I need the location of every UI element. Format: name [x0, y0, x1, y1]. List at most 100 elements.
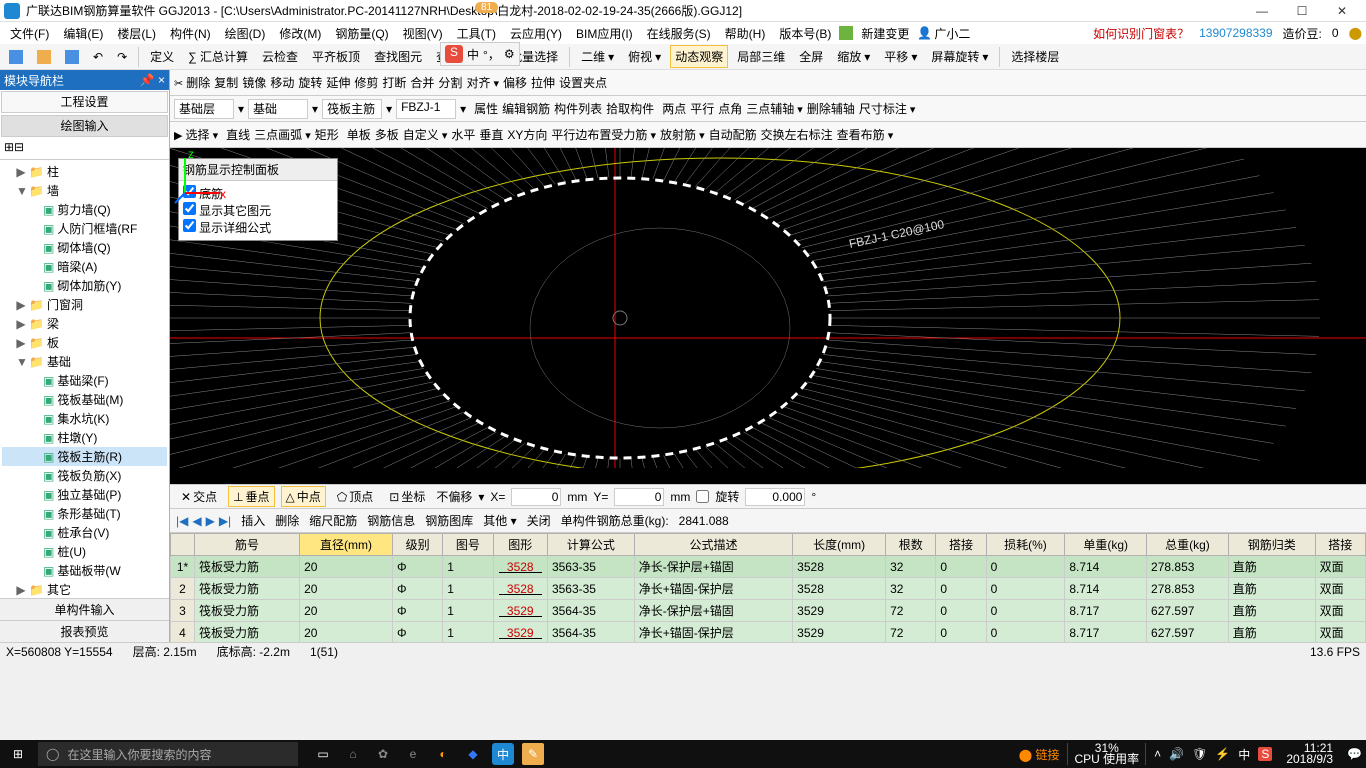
ime-zh[interactable]: 中: [467, 46, 479, 63]
tree-node[interactable]: ▣筏板主筋(R): [2, 447, 167, 466]
menu-floor[interactable]: 楼层(L): [111, 23, 162, 44]
tree-node[interactable]: ▣暗梁(A): [2, 257, 167, 276]
menu-modify[interactable]: 修改(M): [273, 23, 327, 44]
parallel-rebar-button[interactable]: 平行边布置受力筋 ▾: [551, 126, 656, 143]
menu-component[interactable]: 构件(N): [164, 23, 217, 44]
offset-combo[interactable]: 不偏移: [436, 488, 472, 505]
two-point-button[interactable]: 两点: [662, 100, 686, 117]
next-record-button[interactable]: ▶: [206, 514, 215, 528]
align-top-button[interactable]: 平齐板顶: [307, 45, 365, 68]
category-combo[interactable]: 基础: [248, 99, 308, 119]
rotate-check[interactable]: [696, 490, 709, 503]
component-type-combo[interactable]: 筏板主筋: [322, 99, 382, 119]
3d-viewport[interactable]: FBZJ-1 C20@100 // draw radial lines (fun…: [170, 148, 1366, 484]
layer-combo[interactable]: 基础层: [174, 99, 234, 119]
point-angle-button[interactable]: 点角: [718, 100, 742, 117]
taskbar-edge-icon[interactable]: e: [402, 743, 424, 765]
menu-help[interactable]: 帮助(H): [719, 23, 772, 44]
align-button[interactable]: 对齐 ▾: [466, 74, 499, 91]
rotate-button[interactable]: 旋转: [298, 74, 322, 91]
credit-icon[interactable]: ⬤: [1349, 26, 1362, 40]
start-button[interactable]: ⊞: [4, 740, 32, 768]
view-rebar-layout-button[interactable]: 查看布筋 ▾: [837, 126, 894, 143]
2d-button[interactable]: 二维 ▾: [576, 45, 619, 68]
trim-button[interactable]: 修剪: [354, 74, 378, 91]
snap-perpendicular[interactable]: ⊥ 垂点: [228, 486, 274, 507]
taskbar-app-2[interactable]: ✿: [372, 743, 394, 765]
tray-clock[interactable]: 11:21 2018/9/3: [1280, 743, 1339, 765]
prev-record-button[interactable]: ◀: [192, 514, 201, 528]
tree-node[interactable]: ▣剪力墙(Q): [2, 200, 167, 219]
copy-button[interactable]: 复制: [214, 74, 238, 91]
close-rebar-button[interactable]: 关闭: [527, 512, 551, 529]
last-record-button[interactable]: ▶|: [219, 514, 231, 528]
extend-button[interactable]: 延伸: [326, 74, 350, 91]
snap-midpoint[interactable]: △ 中点: [281, 486, 326, 507]
menu-tool[interactable]: 工具(T): [451, 23, 502, 44]
draw-input-button[interactable]: 绘图输入: [1, 115, 168, 137]
screen-rotate-button[interactable]: 屏幕旋转 ▾: [926, 45, 993, 68]
menu-bim[interactable]: BIM应用(I): [570, 23, 639, 44]
redo-button[interactable]: ↷: [112, 47, 132, 67]
pan-button[interactable]: 平移 ▾: [879, 45, 922, 68]
custom-button[interactable]: 自定义 ▾: [403, 126, 448, 143]
rebar-grid[interactable]: 筋号直径(mm)级别图号图形计算公式公式描述长度(mm)根数搭接损耗(%)单重(…: [170, 532, 1366, 642]
offset-button[interactable]: 偏移: [503, 74, 527, 91]
topview-button[interactable]: 俯视 ▾: [623, 45, 666, 68]
single-component-input-button[interactable]: 单构件输入: [0, 598, 169, 620]
menu-file[interactable]: 文件(F): [4, 23, 55, 44]
define-button[interactable]: 定义: [145, 45, 179, 68]
fullscreen-button[interactable]: 全屏: [794, 45, 828, 68]
other-button[interactable]: 其他 ▾: [483, 512, 516, 529]
component-tree[interactable]: ▶📁柱▼📁墙▣剪力墙(Q)▣人防门框墙(RF▣砌体墙(Q)▣暗梁(A)▣砌体加筋…: [0, 160, 169, 598]
maximize-button[interactable]: ☐: [1282, 0, 1322, 22]
scale-rebar-button[interactable]: 缩尺配筋: [309, 512, 357, 529]
insert-row-button[interactable]: 插入: [241, 512, 265, 529]
account-number[interactable]: 13907298339: [1199, 26, 1272, 40]
component-list-button[interactable]: 构件列表: [554, 100, 602, 117]
ime-s-icon[interactable]: S: [445, 45, 463, 63]
menu-view[interactable]: 视图(V): [397, 23, 449, 44]
tree-node[interactable]: ▣人防门框墙(RF: [2, 219, 167, 238]
vertical-button[interactable]: 垂直: [479, 126, 503, 143]
line-button[interactable]: 直线: [226, 126, 250, 143]
rebar-info-button[interactable]: 钢筋信息: [367, 512, 415, 529]
grip-button[interactable]: 设置夹点: [559, 74, 607, 91]
tree-node[interactable]: ▣桩(U): [2, 542, 167, 561]
tree-node[interactable]: ▣筏板负筋(X): [2, 466, 167, 485]
task-view-icon[interactable]: ▭: [312, 743, 334, 765]
minimize-button[interactable]: —: [1242, 0, 1282, 22]
taskbar-app-4[interactable]: ◆: [462, 743, 484, 765]
report-preview-button[interactable]: 报表预览: [0, 620, 169, 642]
tray-icon-2[interactable]: 🛡: [1192, 747, 1207, 761]
save-button[interactable]: [60, 47, 84, 67]
menu-online[interactable]: 在线服务(S): [641, 23, 717, 44]
rebar-library-button[interactable]: 钢筋图库: [425, 512, 473, 529]
snap-coord[interactable]: ⊡ 坐标: [384, 486, 430, 507]
property-button[interactable]: 属性: [474, 100, 498, 117]
swap-annotation-button[interactable]: 交换左右标注: [761, 126, 833, 143]
radial-rebar-button[interactable]: 放射筋 ▾: [660, 126, 705, 143]
find-button[interactable]: 查找图元: [369, 45, 427, 68]
menu-draw[interactable]: 绘图(D): [219, 23, 272, 44]
merge-button[interactable]: 合并: [410, 74, 434, 91]
pick-component-button[interactable]: 拾取构件: [606, 100, 654, 117]
stretch-button[interactable]: 拉伸: [531, 74, 555, 91]
cpu-meter[interactable]: 31% CPU 使用率: [1067, 743, 1146, 765]
delete-button[interactable]: ✂ 删除: [174, 74, 210, 91]
taskbar-ggj-icon[interactable]: 中: [492, 743, 514, 765]
notifications-icon[interactable]: 💬: [1347, 747, 1362, 761]
new-button[interactable]: [4, 47, 28, 67]
single-board-button[interactable]: 单板: [347, 126, 371, 143]
tree-node[interactable]: ▣集水坑(K): [2, 409, 167, 428]
tray-s[interactable]: S: [1258, 747, 1272, 761]
rotate-input[interactable]: [745, 488, 805, 506]
local3d-button[interactable]: 局部三维: [732, 45, 790, 68]
tree-node[interactable]: ▣条形基础(T): [2, 504, 167, 523]
undo-button[interactable]: ↶: [88, 47, 108, 67]
tree-node[interactable]: ▣独立基础(P): [2, 485, 167, 504]
taskbar-app-3[interactable]: ◐: [432, 743, 454, 765]
y-input[interactable]: [614, 488, 664, 506]
tree-node[interactable]: ▶📁门窗洞: [2, 295, 167, 314]
ime-toolbar[interactable]: S 中 °， ⚙: [440, 42, 520, 66]
